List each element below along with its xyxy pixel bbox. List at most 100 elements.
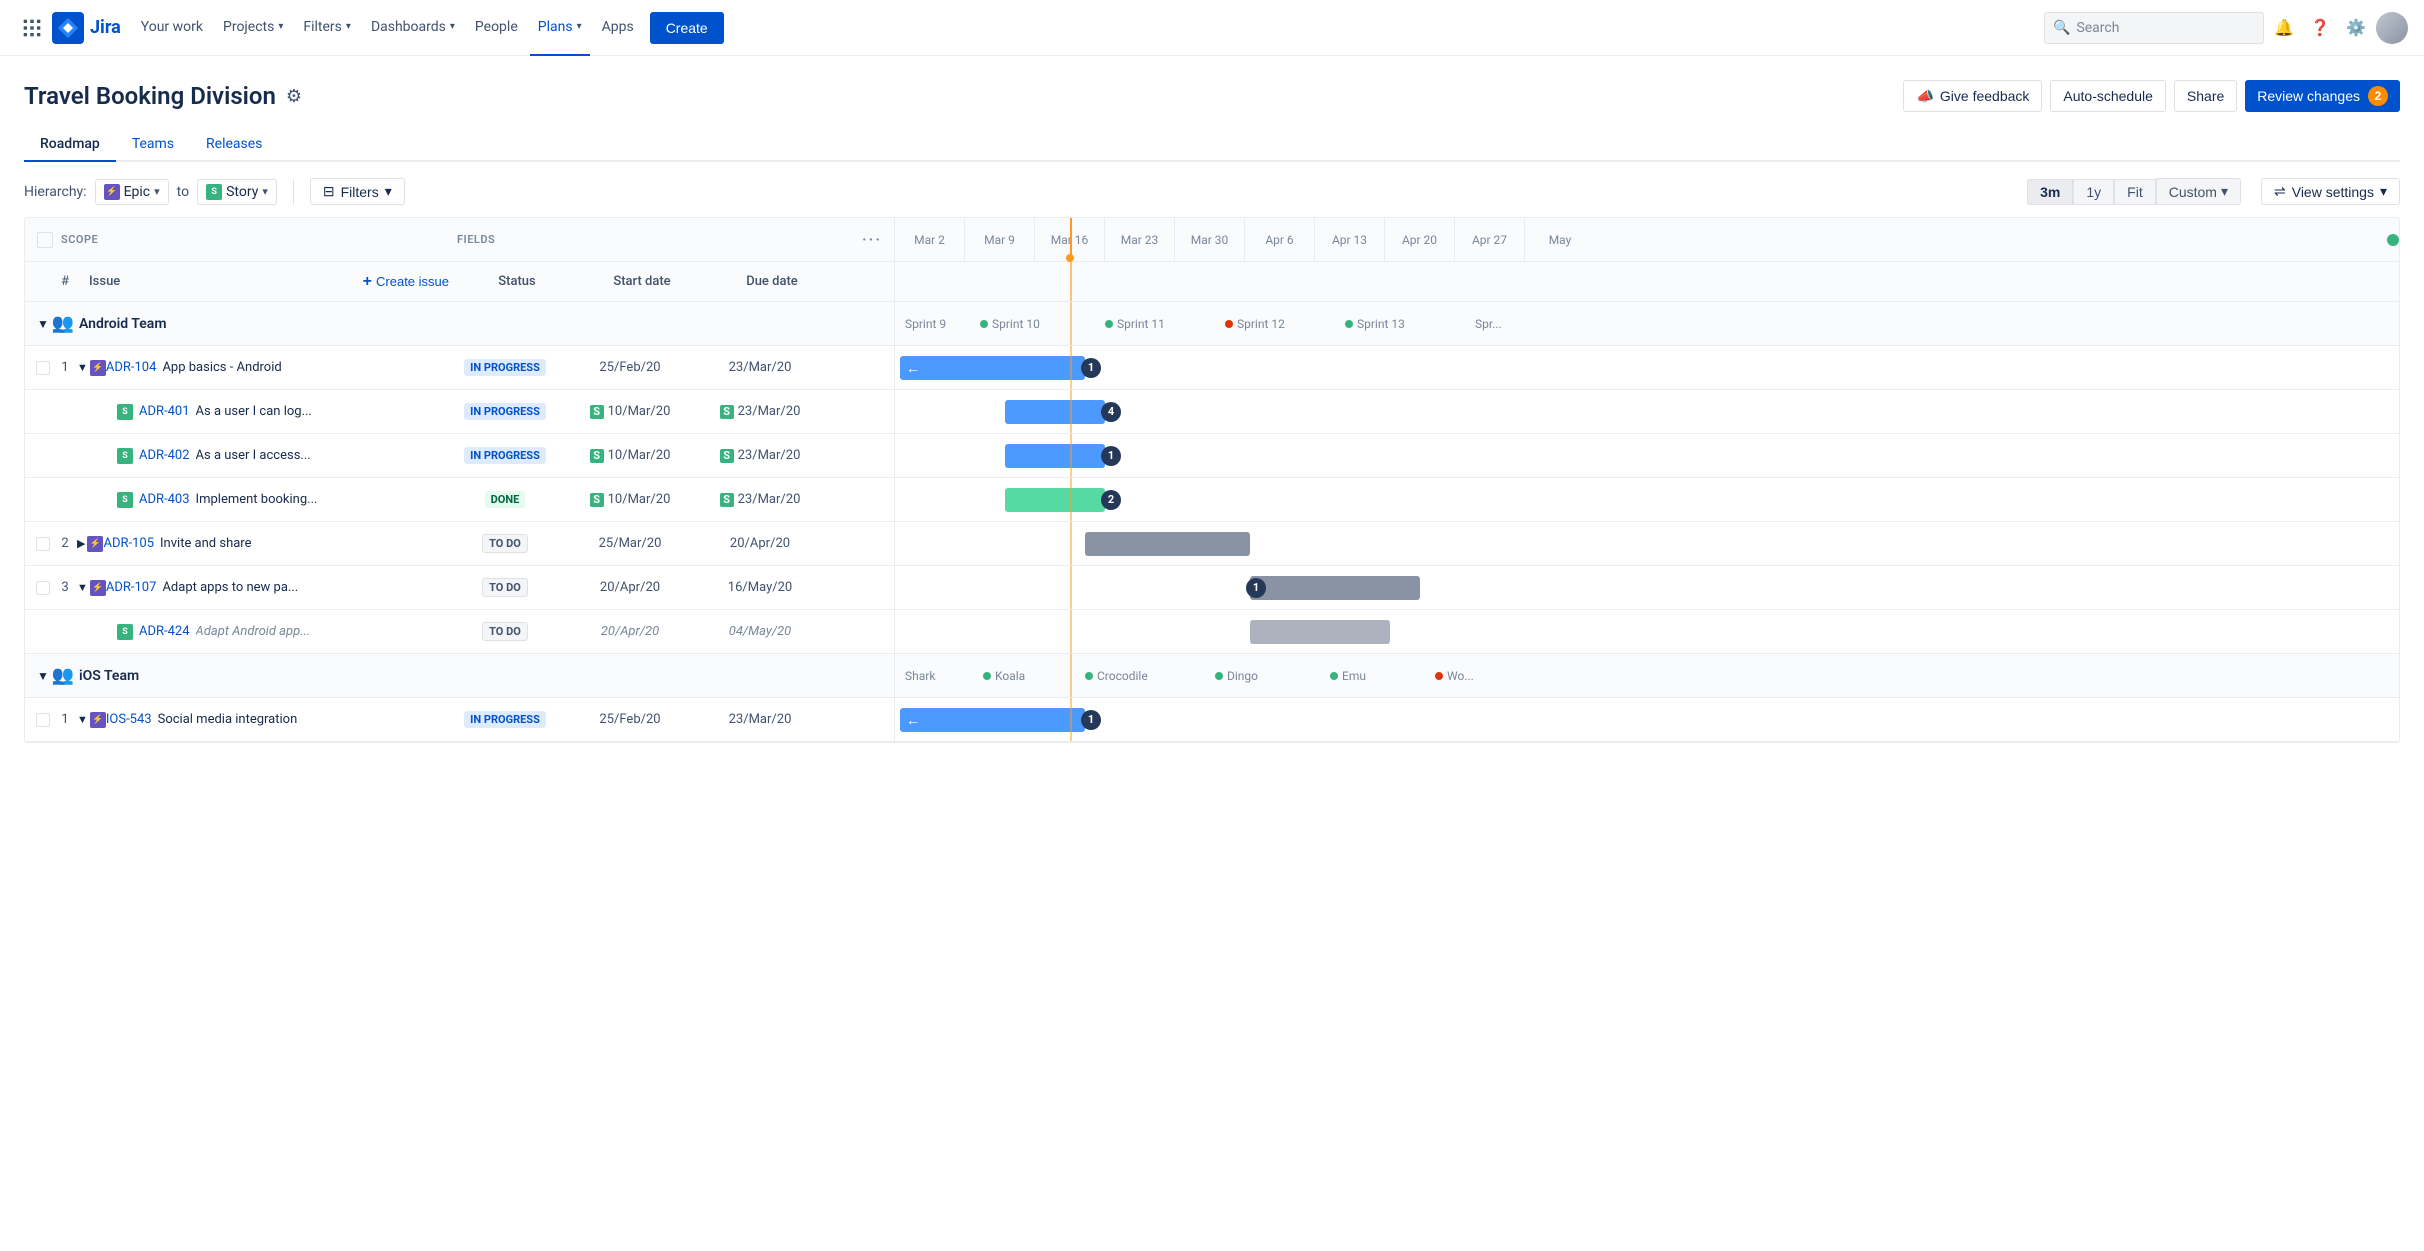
ios-543-bar[interactable]: ← — [900, 708, 1085, 732]
date-apr27: Apr 27 — [1455, 218, 1525, 262]
review-changes-button[interactable]: Review changes 2 — [2245, 80, 2400, 112]
hierarchy-to-chevron: ▾ — [262, 185, 268, 198]
page-actions: 📣 Give feedback Auto-schedule Share Revi… — [1903, 80, 2400, 112]
adr-403-bar[interactable] — [1005, 488, 1105, 512]
adr-105-bar[interactable] — [1085, 532, 1250, 556]
ios-543-count: 1 — [1081, 710, 1101, 730]
projects-chevron-icon: ▾ — [278, 21, 283, 32]
user-avatar[interactable] — [2376, 12, 2408, 44]
adr-107-title: Adapt apps to new pa... — [162, 580, 441, 595]
date-mar2: Mar 2 — [895, 218, 965, 262]
adr-107-bar[interactable] — [1250, 576, 1420, 600]
adr-401-story-icon: S — [117, 404, 133, 420]
megaphone-icon: 📣 — [1916, 88, 1933, 105]
adr-107-count: 1 — [1246, 578, 1266, 598]
sprint12-label: Sprint 12 — [1225, 317, 1285, 331]
gantt-panel: Mar 2 Mar 9 Mar 16 Mar 23 Mar 30 Apr 6 A… — [895, 218, 2399, 742]
row-adr-107: 3 ▼ ⚡ ADR-107 Adapt apps to new pa... TO… — [25, 566, 894, 610]
nav-your-work[interactable]: Your work — [133, 0, 211, 56]
ios-543-key[interactable]: IOS-543 — [106, 712, 152, 727]
adr-402-bar[interactable] — [1005, 444, 1105, 468]
sprint11-label: Sprint 11 — [1105, 317, 1165, 331]
adr-424-bar[interactable] — [1250, 620, 1390, 644]
adr-107-key[interactable]: ADR-107 — [106, 580, 157, 595]
android-team-collapse-icon[interactable]: ▼ — [37, 317, 49, 331]
date-apr20: Apr 20 — [1385, 218, 1455, 262]
adr-403-fields: DONE S 10/Mar/20 S 23/Mar/20 — [445, 491, 894, 508]
filters-button[interactable]: ⊟ Filters ▾ — [310, 178, 405, 205]
ios-543-expand-icon[interactable]: ▼ — [77, 713, 88, 726]
sprint11-dot — [1105, 320, 1113, 328]
adr-403-key[interactable]: ADR-403 — [139, 492, 190, 507]
view-settings-button[interactable]: ⇌ View settings ▾ — [2261, 178, 2400, 205]
search-box[interactable]: 🔍 Search — [2044, 12, 2264, 44]
view-custom-button[interactable]: Custom ▾ — [2156, 178, 2241, 205]
give-feedback-button[interactable]: 📣 Give feedback — [1903, 80, 2042, 112]
fields-more-icon[interactable]: ··· — [862, 230, 882, 249]
nav-dashboards[interactable]: Dashboards ▾ — [363, 0, 463, 56]
jira-logo[interactable]: Jira — [52, 12, 121, 44]
page-settings-icon[interactable]: ⚙ — [286, 86, 302, 107]
adr-104-checkbox[interactable] — [36, 361, 50, 375]
adr-104-key[interactable]: ADR-104 — [106, 360, 157, 375]
today-vline-7 — [1070, 566, 1072, 609]
hierarchy-to-select[interactable]: S Story ▾ — [197, 179, 277, 205]
adr-104-expand-icon[interactable]: ▼ — [77, 361, 88, 374]
nav-people[interactable]: People — [467, 0, 526, 56]
ios-543-start: 25/Feb/20 — [599, 712, 660, 727]
ios-team-collapse-icon[interactable]: ▼ — [37, 669, 49, 683]
settings-button[interactable]: ⚙️ — [2340, 12, 2372, 44]
adr-107-checkbox[interactable] — [36, 581, 50, 595]
filter-icon: ⊟ — [323, 183, 335, 200]
adr-401-key[interactable]: ADR-401 — [139, 404, 190, 419]
help-button[interactable]: ❓ — [2304, 12, 2336, 44]
adr-104-bar[interactable]: ← — [900, 356, 1085, 380]
nav-filters[interactable]: Filters ▾ — [295, 0, 359, 56]
adr-403-status: DONE — [485, 491, 526, 508]
select-all-checkbox[interactable] — [37, 232, 53, 248]
adr-424-story-icon: S — [117, 624, 133, 640]
tab-teams[interactable]: Teams — [116, 128, 190, 162]
nav-plans[interactable]: Plans ▾ — [530, 0, 590, 56]
adr-401-title: As a user I can log... — [196, 404, 441, 419]
view-3m-button[interactable]: 3m — [2027, 179, 2073, 205]
adr-105-expand-icon[interactable]: ▶ — [77, 537, 85, 550]
team-row-android: ▼ 👥 Android Team — [25, 302, 894, 346]
today-vline-5 — [1070, 478, 1072, 521]
app-grid-icon[interactable] — [16, 12, 48, 44]
tab-roadmap[interactable]: Roadmap — [24, 128, 116, 162]
today-line-subheader — [1070, 262, 1072, 301]
view-1y-button[interactable]: 1y — [2073, 179, 2114, 205]
share-button[interactable]: Share — [2174, 80, 2237, 112]
adr-403-title: Implement booking... — [196, 492, 441, 507]
view-fit-button[interactable]: Fit — [2114, 179, 2156, 205]
nav-apps[interactable]: Apps — [594, 0, 642, 56]
android-team-icon: 👥 — [53, 314, 73, 334]
create-issue-button[interactable]: + Create issue — [355, 269, 457, 295]
wo-dot — [1435, 672, 1443, 680]
adr-424-start: 20/Apr/20 — [601, 624, 659, 639]
create-button[interactable]: Create — [650, 12, 724, 44]
adr-424-key[interactable]: ADR-424 — [139, 624, 190, 639]
hierarchy-from-select[interactable]: ⚡ Epic ▾ — [95, 179, 169, 205]
adr-107-expand-icon[interactable]: ▼ — [77, 581, 88, 594]
adr-424-fields: TO DO 20/Apr/20 04/May/20 — [445, 622, 894, 641]
nav-projects[interactable]: Projects ▾ — [215, 0, 291, 56]
ios-543-checkbox[interactable] — [36, 713, 50, 727]
adr-402-key[interactable]: ADR-402 — [139, 448, 190, 463]
gantt-row-ios-team: Shark Koala Crocodile Dingo Emu Wo... — [895, 654, 2399, 698]
adr-402-due: 23/Mar/20 — [738, 448, 801, 463]
logo-text: Jira — [90, 17, 121, 38]
tab-releases[interactable]: Releases — [190, 128, 278, 162]
status-column-header: Status — [457, 274, 577, 289]
gantt-subheader — [895, 262, 2399, 302]
adr-401-fields: IN PROGRESS S 10/Mar/20 S 23/Mar/20 — [445, 403, 894, 420]
dashboards-chevron-icon: ▾ — [450, 21, 455, 32]
adr-105-key[interactable]: ADR-105 — [103, 536, 154, 551]
emu-label: Emu — [1330, 669, 1366, 683]
auto-schedule-button[interactable]: Auto-schedule — [2050, 80, 2166, 112]
adr-401-bar[interactable] — [1005, 400, 1105, 424]
adr-105-checkbox[interactable] — [36, 537, 50, 551]
today-vline-1 — [1070, 302, 1072, 345]
notifications-button[interactable]: 🔔 — [2268, 12, 2300, 44]
